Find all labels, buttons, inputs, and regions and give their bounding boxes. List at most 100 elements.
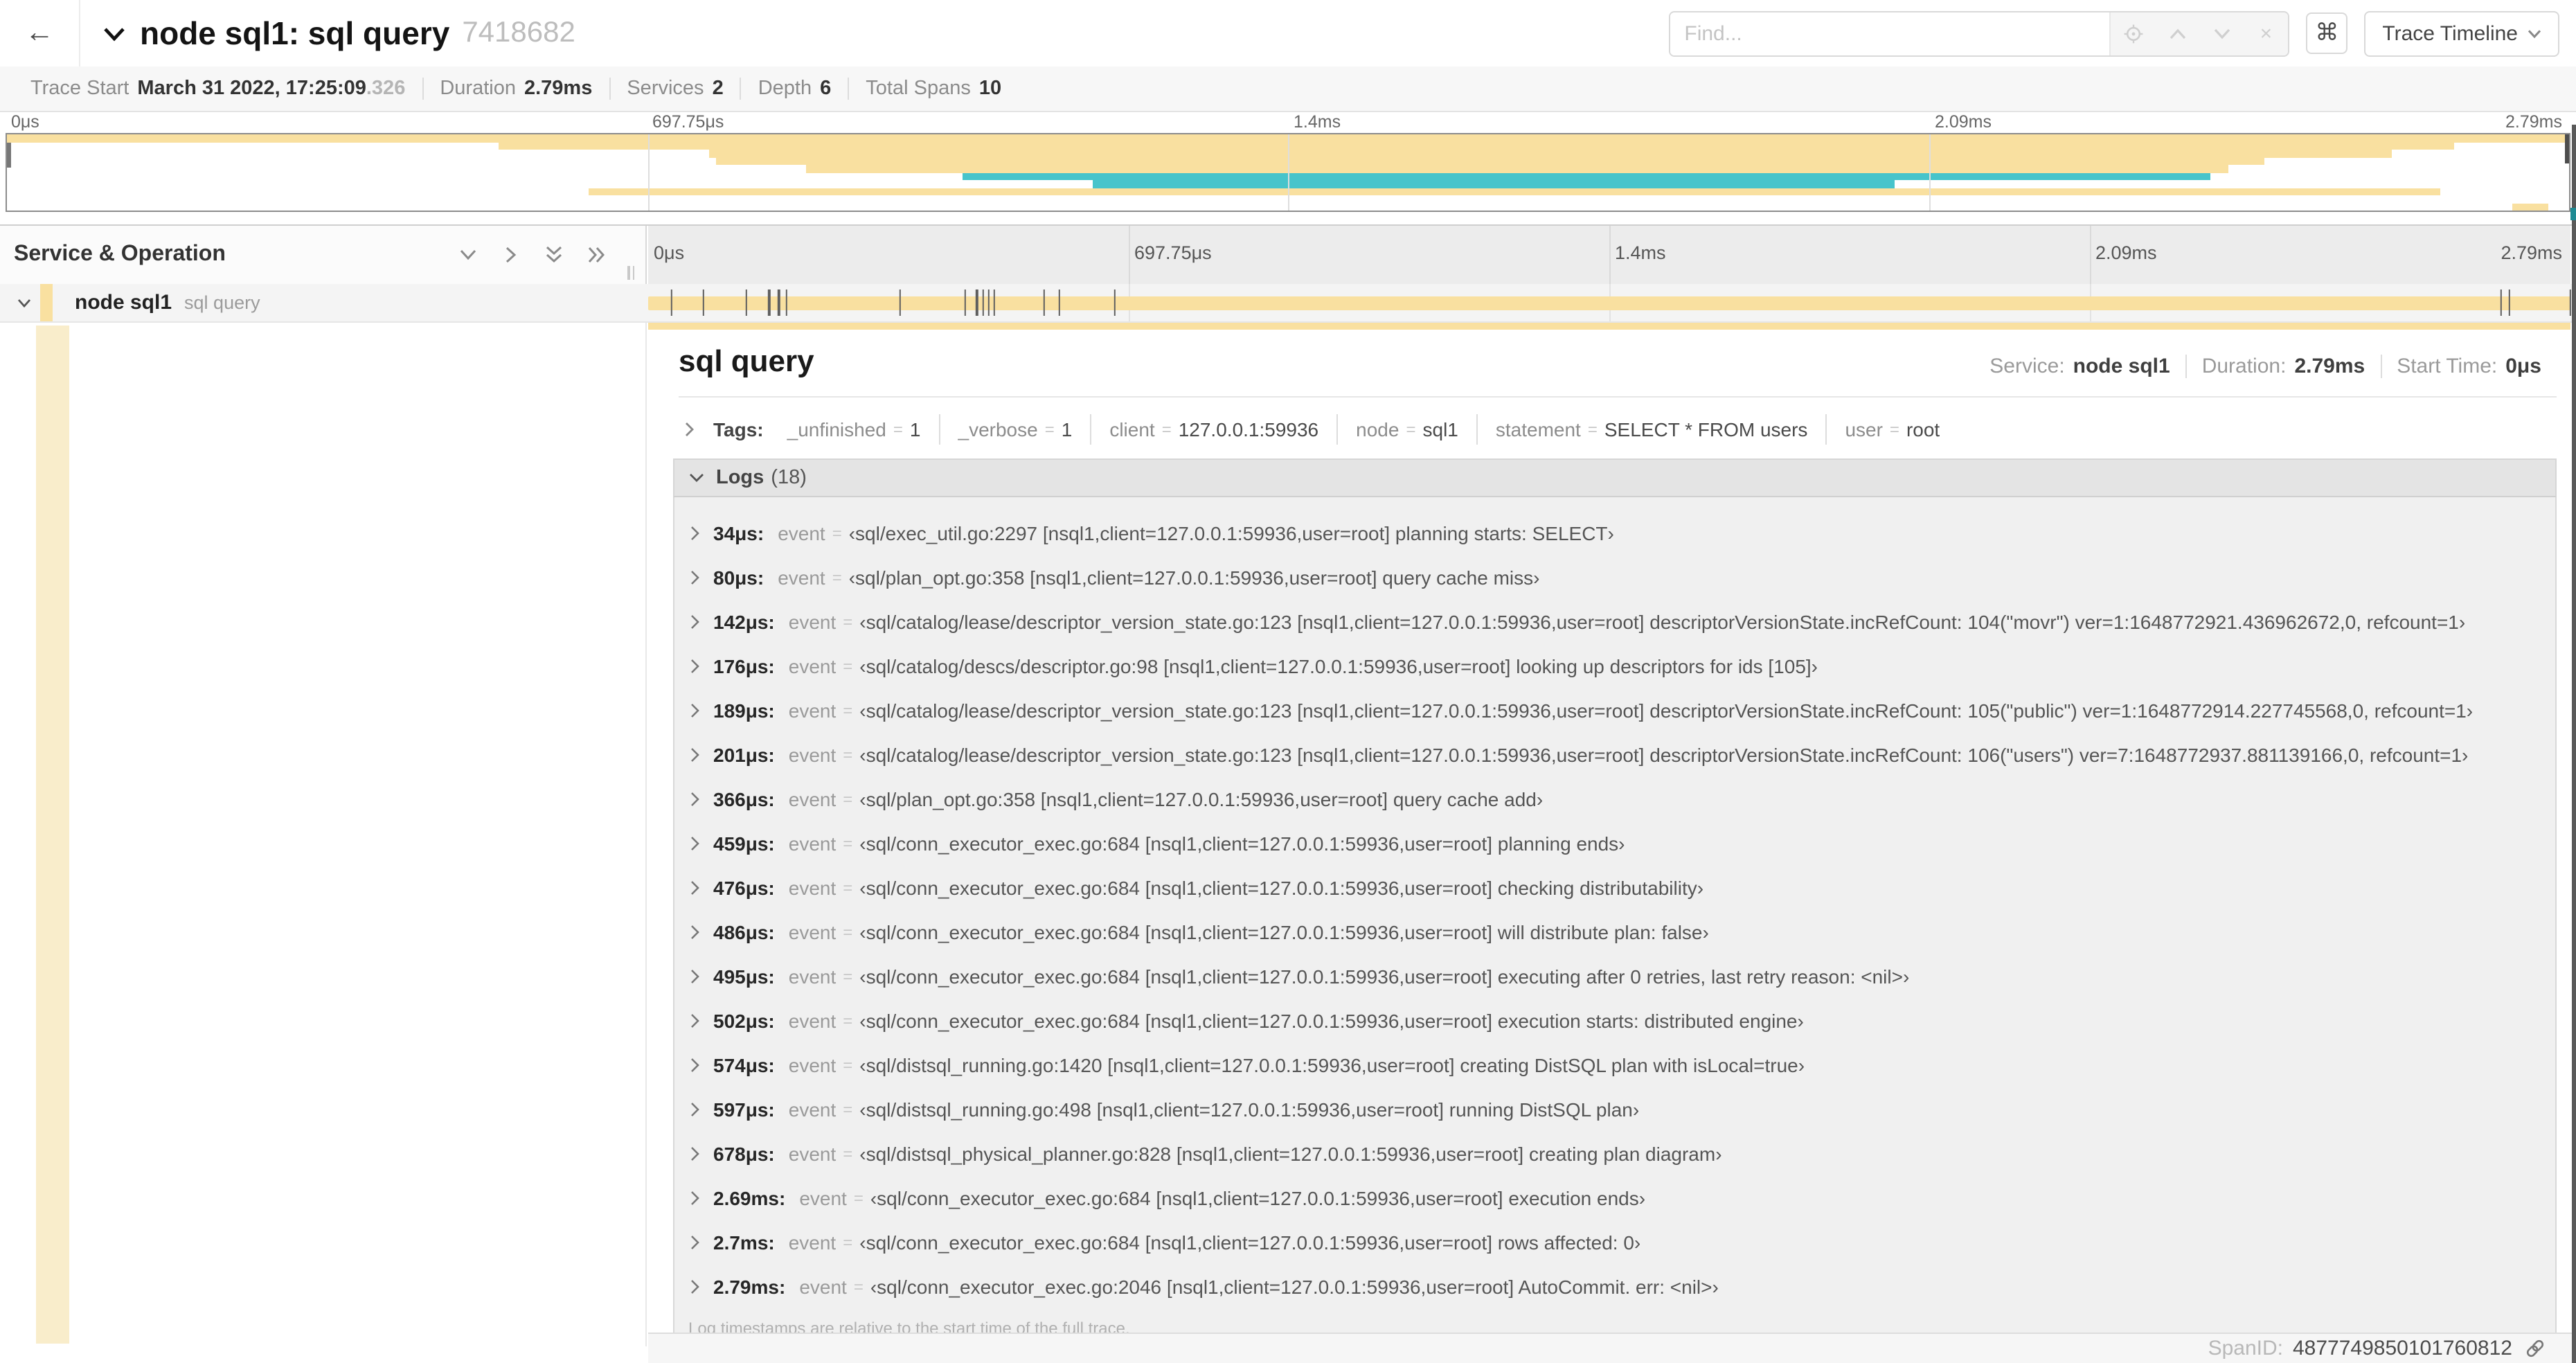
span-collapse-chevron-icon[interactable] [17, 297, 32, 308]
log-field-value: ‹sql/conn_executor_exec.go:684 [nsql1,cl… [859, 1009, 1804, 1031]
minimap-left-scrub-handle[interactable] [7, 143, 11, 168]
log-timestamp: 142μs: [713, 610, 775, 632]
log-timestamp: 80μs: [713, 566, 764, 588]
trace-collapse-chevron-icon[interactable] [102, 24, 126, 42]
minimap-right-scrub-handle[interactable] [2565, 134, 2569, 163]
keyboard-shortcuts-button[interactable]: ⌘ [2306, 12, 2348, 54]
log-entry[interactable]: 80μs: event = ‹sql/plan_opt.go:358 [nsql… [674, 555, 2555, 599]
log-entry[interactable]: 366μs: event = ‹sql/plan_opt.go:358 [nsq… [674, 776, 2555, 821]
find-input[interactable] [1670, 12, 2110, 55]
tag-item: user = root [1825, 413, 1958, 444]
log-field-key: event [788, 1009, 837, 1031]
span-meta-label: Duration: [2201, 354, 2287, 377]
log-field-value: ‹sql/catalog/lease/descriptor_version_st… [859, 699, 2474, 721]
tag-key: _verbose [958, 418, 1038, 440]
minimap-time-labels: 0μs 697.75μs 1.4ms 2.09ms 2.79ms [6, 112, 2570, 133]
log-expand-chevron-icon [688, 1275, 702, 1297]
span-operation-name: sql query [184, 292, 260, 313]
log-entry[interactable]: 142μs: event = ‹sql/catalog/lease/descri… [674, 599, 2555, 643]
log-entry[interactable]: 2.7ms: event = ‹sql/conn_executor_exec.g… [674, 1220, 2555, 1264]
next-match-icon[interactable] [2210, 22, 2233, 44]
trace-depth: Depth 6 [740, 78, 848, 100]
timeline-ruler: 0μs 697.75μs 1.4ms 2.09ms 2.79ms [648, 226, 2570, 284]
tag-equals: = [1044, 419, 1055, 438]
log-entry[interactable]: 176μs: event = ‹sql/catalog/descs/descri… [674, 643, 2555, 688]
log-equals: = [843, 966, 853, 986]
log-marker [670, 289, 672, 316]
log-field-value: ‹sql/catalog/lease/descriptor_version_st… [859, 610, 2466, 632]
total-spans-label: Total Spans [866, 78, 971, 100]
expand-all-icon[interactable] [586, 244, 608, 266]
log-entry[interactable]: 597μs: event = ‹sql/distsql_running.go:4… [674, 1087, 2555, 1131]
log-field-value: ‹sql/plan_opt.go:358 [nsql1,client=127.0… [848, 566, 1540, 588]
trace-start: Trace Start March 31 2022, 17:25:09.326 [14, 78, 422, 100]
log-entry[interactable]: 476μs: event = ‹sql/conn_executor_exec.g… [674, 865, 2555, 909]
tag-equals: = [1406, 419, 1416, 438]
grid-line [647, 134, 649, 211]
log-entry[interactable]: 201μs: event = ‹sql/catalog/lease/descri… [674, 732, 2555, 776]
time-tick-label: 697.75μs [1134, 242, 1212, 263]
time-tick-label: 2.09ms [1935, 112, 1992, 132]
collapse-one-icon[interactable] [457, 244, 479, 266]
expand-one-icon[interactable] [500, 244, 522, 266]
minimap-canvas[interactable] [6, 133, 2570, 212]
window-scrollbar[interactable] [2570, 125, 2576, 1363]
back-button[interactable]: ← [0, 0, 80, 66]
tags-row[interactable]: Tags: _unfinished = 1 _verbose = 1 clien… [679, 413, 2557, 444]
column-splitter[interactable] [645, 226, 647, 284]
log-entry[interactable]: 574μs: event = ‹sql/distsql_running.go:1… [674, 1042, 2555, 1087]
log-expand-chevron-icon [688, 743, 702, 765]
log-equals: = [843, 922, 853, 941]
minimap-span-bar [716, 157, 2264, 165]
log-field-value: ‹sql/distsql_running.go:498 [nsql1,clien… [859, 1098, 1640, 1120]
log-field-value: ‹sql/exec_util.go:2297 [nsql1,client=127… [848, 522, 1614, 544]
log-marker [981, 289, 984, 316]
log-entry[interactable]: 34μs: event = ‹sql/exec_util.go:2297 [ns… [674, 510, 2555, 555]
log-field-key: event [788, 699, 837, 721]
trace-start-label: Trace Start [30, 78, 129, 100]
log-field-key: event [788, 1098, 837, 1120]
tag-value: 1 [1061, 418, 1073, 440]
log-entry[interactable]: 2.79ms: event = ‹sql/conn_executor_exec.… [674, 1264, 2555, 1308]
log-equals: = [843, 700, 853, 720]
tags-expand-chevron-icon[interactable] [679, 418, 701, 440]
span-meta-value: 0μs [2505, 354, 2541, 377]
logs-header[interactable]: Logs (18) [673, 458, 2557, 497]
log-entry[interactable]: 189μs: event = ‹sql/catalog/lease/descri… [674, 688, 2555, 732]
log-entry[interactable]: 459μs: event = ‹sql/conn_executor_exec.g… [674, 821, 2555, 865]
log-expand-chevron-icon [688, 920, 702, 943]
clear-find-icon[interactable]: × [2255, 21, 2277, 45]
log-field-value: ‹sql/conn_executor_exec.go:2046 [nsql1,c… [870, 1275, 1719, 1297]
log-equals: = [843, 656, 853, 675]
span-meta-label: Start Time: [2397, 354, 2498, 377]
column-resizer-grip[interactable] [627, 266, 634, 280]
log-field-key: event [799, 1186, 847, 1209]
log-entry[interactable]: 486μs: event = ‹sql/conn_executor_exec.g… [674, 909, 2555, 954]
trace-start-value: March 31 2022, 17:25:09.326 [137, 78, 406, 100]
collapse-all-icon[interactable] [543, 244, 565, 266]
logs-count: (18) [771, 466, 807, 488]
log-expand-chevron-icon [688, 1186, 702, 1209]
log-field-key: event [788, 654, 837, 677]
log-marker [993, 289, 995, 316]
log-expand-chevron-icon [688, 787, 702, 810]
trace-timeline-page: ← node sql1: sql query 7418682 × ⌘ [0, 0, 2576, 1363]
log-equals: = [843, 878, 853, 897]
log-field-value: ‹sql/conn_executor_exec.go:684 [nsql1,cl… [859, 876, 1704, 898]
scrollbar-thumb[interactable] [2572, 125, 2575, 1363]
match-scope-icon[interactable] [2122, 22, 2144, 44]
trace-view-selector-button[interactable]: Trace Timeline [2364, 10, 2559, 56]
minimap-span-bar [963, 172, 2210, 180]
log-entry[interactable]: 2.69ms: event = ‹sql/conn_executor_exec.… [674, 1175, 2555, 1220]
trace-services: Services 2 [609, 78, 740, 100]
prev-match-icon[interactable] [2166, 22, 2188, 44]
log-entry[interactable]: 678μs: event = ‹sql/distsql_physical_pla… [674, 1131, 2555, 1175]
log-entry[interactable]: 495μs: event = ‹sql/conn_executor_exec.g… [674, 954, 2555, 998]
tag-value: sql1 [1422, 418, 1458, 440]
deep-link-icon[interactable] [2525, 1338, 2546, 1359]
log-entry[interactable]: 502μs: event = ‹sql/conn_executor_exec.g… [674, 998, 2555, 1042]
tag-key: client [1109, 418, 1155, 440]
log-expand-chevron-icon [688, 832, 702, 854]
time-tick-label: 0μs [654, 242, 685, 263]
span-row-name-cell[interactable]: node sql1 sql query [0, 284, 645, 321]
